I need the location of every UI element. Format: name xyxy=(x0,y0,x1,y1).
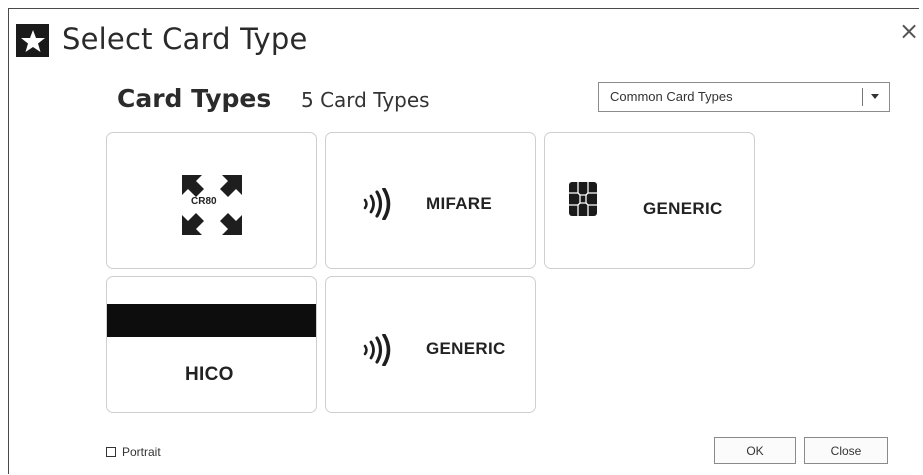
contactless-icon xyxy=(363,334,391,366)
portrait-label: Portrait xyxy=(122,445,161,459)
star-icon xyxy=(16,24,49,57)
close-button[interactable]: Close xyxy=(804,437,888,464)
card-label-generic-contact: GENERIC xyxy=(643,199,723,218)
card-types-heading: Card Types xyxy=(117,84,272,113)
chevron-down-icon[interactable] xyxy=(871,94,879,99)
card-type-filter-dropdown[interactable]: Common Card Types xyxy=(598,82,890,112)
dropdown-divider xyxy=(862,88,863,106)
card-label-hico: HICO xyxy=(185,364,234,385)
chip-icon xyxy=(569,182,597,216)
card-mifare[interactable]: MIFARE xyxy=(325,132,536,269)
card-generic-contactless[interactable]: GENERIC xyxy=(325,276,536,413)
magnetic-stripe-icon xyxy=(107,304,316,337)
card-generic-contact[interactable]: GENERIC xyxy=(544,132,755,269)
card-hico[interactable]: HICO xyxy=(106,276,317,413)
portrait-option[interactable]: Portrait xyxy=(106,445,161,459)
portrait-checkbox[interactable] xyxy=(106,447,116,457)
cr80-badge: CR80 xyxy=(191,196,217,207)
dropdown-selected-value: Common Card Types xyxy=(610,89,733,104)
card-label-generic-contactless: GENERIC xyxy=(426,339,506,358)
ok-button[interactable]: OK xyxy=(714,437,796,464)
contactless-icon xyxy=(363,188,391,220)
card-cr80[interactable]: CR80 xyxy=(106,132,317,269)
card-label-mifare: MIFARE xyxy=(426,194,493,213)
dialog-title: Select Card Type xyxy=(62,22,308,56)
card-types-count: 5 Card Types xyxy=(301,88,430,112)
close-icon[interactable]: × xyxy=(898,19,920,43)
